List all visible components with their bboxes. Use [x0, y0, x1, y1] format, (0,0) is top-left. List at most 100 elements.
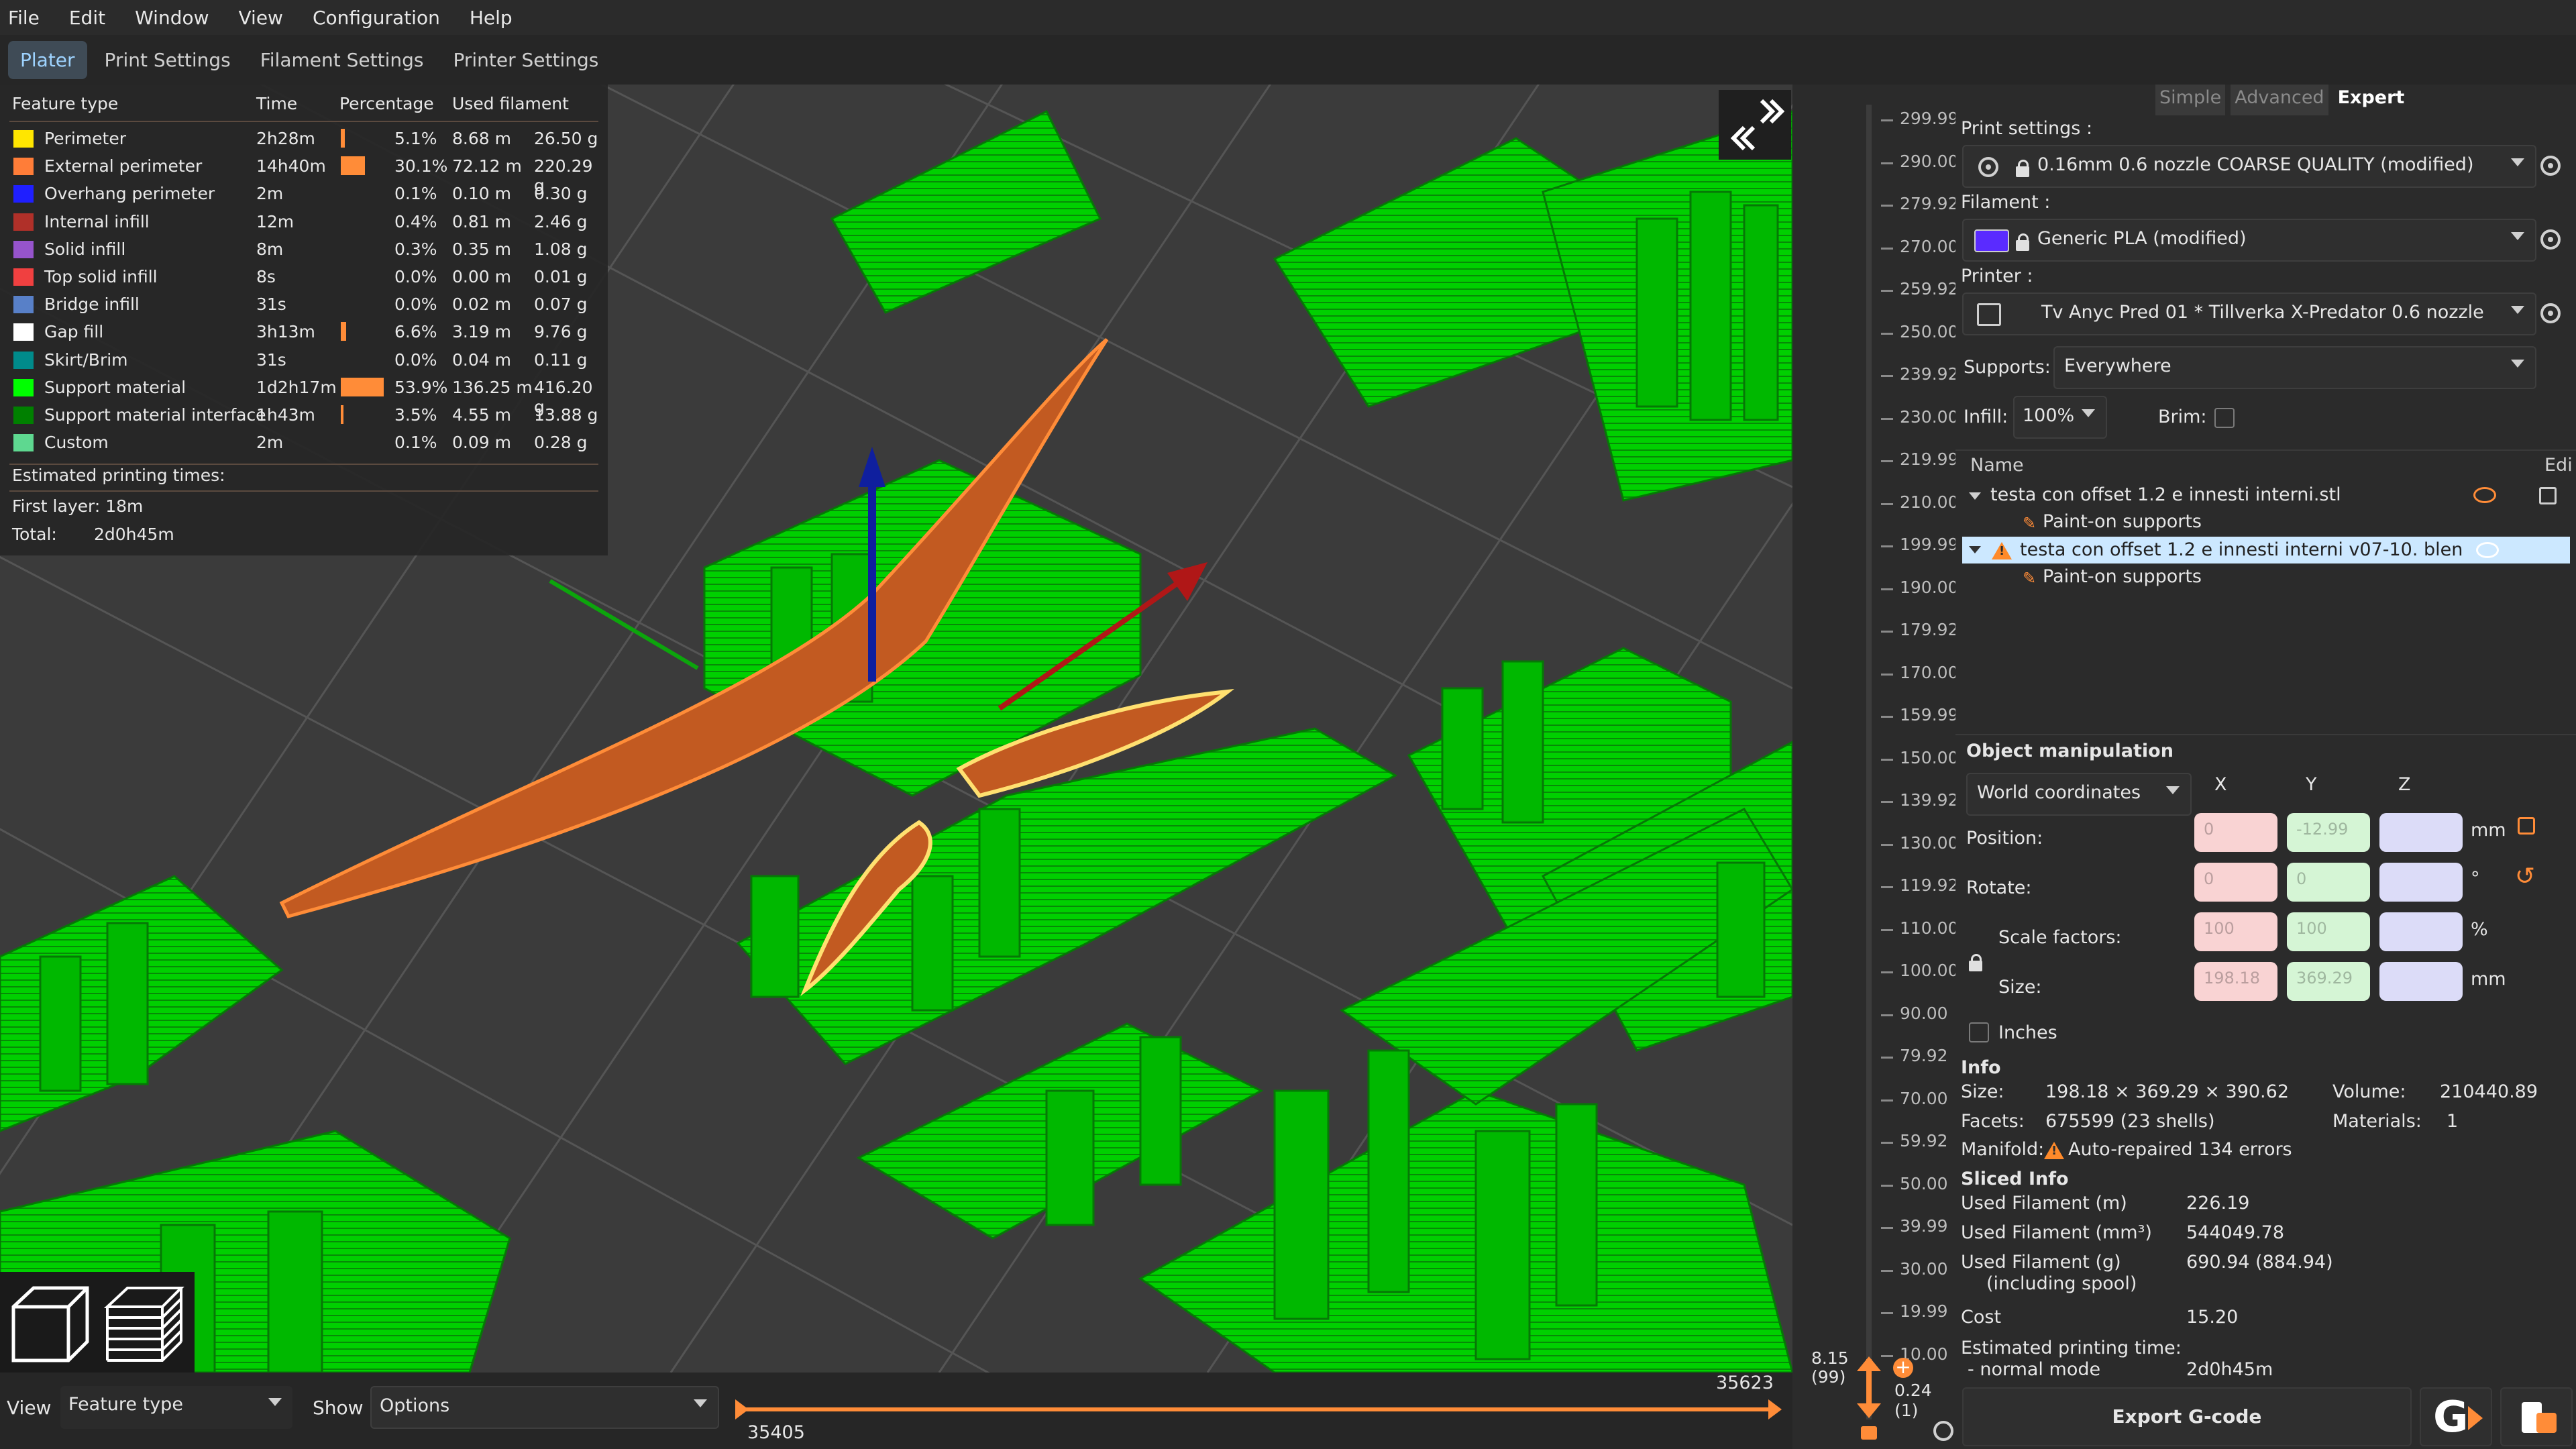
legend-row[interactable]: Overhang perimeter 2m 0.1% 0.10 m 0.30 g	[0, 180, 608, 207]
size-y-input[interactable]: 369.29	[2287, 962, 2370, 1001]
legend-row[interactable]: Top solid infill 8s 0.0% 0.00 m 0.01 g	[0, 263, 608, 290]
tab-plater[interactable]: Plater	[8, 40, 87, 79]
scale-x-input[interactable]: 100	[2194, 912, 2277, 951]
upper-thumb[interactable]	[1857, 1356, 1881, 1371]
expand-arrow-icon[interactable]	[1969, 492, 1981, 500]
move-slider-left-thumb[interactable]	[735, 1399, 749, 1419]
expand-arrow-icon[interactable]	[1969, 546, 1981, 553]
gear-icon[interactable]	[2540, 156, 2561, 176]
menu-help[interactable]: Help	[470, 7, 513, 29]
horizontal-move-slider[interactable]	[738, 1407, 1776, 1411]
add-color-change-icon[interactable]: +	[1893, 1358, 1913, 1378]
legend-color-swatch	[13, 407, 34, 424]
menu-view[interactable]: View	[239, 7, 283, 29]
send-to-printer-button[interactable]: G	[2420, 1387, 2492, 1446]
printer-select[interactable]: Tv Anyc Pred 01 * Tillverka X-Predator 0…	[1962, 292, 2536, 335]
legend-weight: 0.11 g	[534, 350, 588, 370]
legend-row[interactable]: Bridge infill 31s 0.0% 0.02 m 0.07 g	[0, 290, 608, 318]
reset-rotation-icon[interactable]: ↺	[2515, 863, 2535, 890]
rotate-x-input[interactable]: 0	[2194, 863, 2277, 902]
layers-view-icon[interactable]	[101, 1280, 188, 1367]
lower-thumb[interactable]	[1857, 1403, 1881, 1418]
legend-row[interactable]: Support material interface 1h43m 3.5% 4.55 …	[0, 401, 608, 429]
rotate-y-input[interactable]: 0	[2287, 863, 2370, 902]
layer-tick-label: 50.00	[1900, 1173, 1948, 1193]
collapse-sidebar-icon[interactable]	[1724, 91, 1791, 158]
layer-tick-mark	[1881, 460, 1893, 463]
rotate-label: Rotate:	[1966, 877, 2032, 898]
gear-icon[interactable]	[2540, 303, 2561, 323]
legend-row[interactable]: Solid infill 8m 0.3% 0.35 m 1.08 g	[0, 235, 608, 263]
legend-feature-name: Solid infill	[44, 239, 126, 259]
manip-title: Object manipulation	[1966, 741, 2174, 761]
mode-advanced[interactable]: Advanced	[2231, 85, 2328, 115]
filament-color-swatch[interactable]	[1974, 229, 2009, 252]
supports-select[interactable]: Everywhere	[2053, 346, 2536, 389]
including-spool-label: (including spool)	[1986, 1273, 2137, 1294]
inches-checkbox[interactable]	[1969, 1022, 1989, 1042]
tab-filament-settings[interactable]: Filament Settings	[248, 41, 436, 79]
sliced-info-title: Sliced Info	[1961, 1169, 2069, 1189]
object-row[interactable]: testa con offset 1.2 e innesti interni.s…	[1955, 482, 2576, 510]
export-gcode-button[interactable]: Export G-code	[1962, 1387, 2412, 1446]
size-x-input[interactable]: 198.18	[2194, 962, 2277, 1001]
legend-percentage-bar	[341, 377, 384, 396]
legend-row[interactable]: Gap fill 3h13m 6.6% 3.19 m 9.76 g	[0, 318, 608, 345]
coordinates-select[interactable]: World coordinates	[1966, 773, 2192, 816]
mode-expert[interactable]: Expert	[2334, 85, 2409, 115]
legend-row[interactable]: Perimeter 2h28m 5.1% 8.68 m 26.50 g	[0, 125, 608, 152]
rotate-z-input[interactable]	[2379, 863, 2463, 902]
legend-weight: 0.30 g	[534, 184, 588, 204]
position-unit: mm	[2471, 820, 2506, 841]
layer-tick-label: 250.00	[1900, 321, 1959, 341]
export-to-removable-button[interactable]	[2500, 1387, 2573, 1446]
layer-slider-track[interactable]	[1866, 105, 1872, 1419]
3d-viewport[interactable]: Feature type Time Percentage Used filame…	[0, 85, 1792, 1373]
menu-window[interactable]: Window	[135, 7, 209, 29]
menu-edit[interactable]: Edit	[69, 7, 105, 29]
brim-checkbox[interactable]	[2214, 408, 2235, 428]
menu-configuration[interactable]: Configuration	[313, 7, 440, 29]
object-child-row[interactable]: ✎ Paint-on supports	[1955, 564, 2576, 590]
legend-row[interactable]: Custom 2m 0.1% 0.09 m 0.28 g	[0, 429, 608, 456]
layer-tick-mark	[1881, 119, 1893, 121]
object-row-selected[interactable]: testa con offset 1.2 e innesti interni v…	[1962, 537, 2570, 564]
size-z-input[interactable]	[2379, 962, 2463, 1001]
filament-select[interactable]: Generic PLA (modified)	[1962, 219, 2536, 262]
view-type-select[interactable]: Feature type	[60, 1386, 292, 1429]
eye-hidden-icon[interactable]	[2473, 487, 2496, 503]
scale-y-input[interactable]: 100	[2287, 912, 2370, 951]
position-x-input[interactable]: 0	[2194, 813, 2277, 852]
settings-gear-icon[interactable]	[1933, 1421, 1953, 1441]
scale-z-input[interactable]	[2379, 912, 2463, 951]
lock-scale-icon[interactable]	[1969, 954, 1982, 971]
drop-to-bed-icon[interactable]	[2518, 817, 2535, 835]
object-child-name: Paint-on supports	[2043, 511, 2202, 532]
position-y-input[interactable]: -12.99	[2287, 813, 2370, 852]
legend-row[interactable]: Internal infill 12m 0.4% 0.81 m 2.46 g	[0, 208, 608, 235]
legend-row[interactable]: Skirt/Brim 31s 0.0% 0.04 m 0.11 g	[0, 346, 608, 374]
gear-icon[interactable]	[2540, 229, 2561, 250]
supports-value: Everywhere	[2064, 356, 2171, 376]
3d-view-icon[interactable]	[7, 1280, 94, 1367]
lock-icon[interactable]	[1861, 1426, 1877, 1440]
object-child-row[interactable]: ✎ Paint-on supports	[1955, 508, 2576, 535]
legend-percentage: 3.5%	[394, 405, 437, 425]
print-settings-select[interactable]: 0.16mm 0.6 nozzle COARSE QUALITY (modifi…	[1962, 145, 2536, 188]
rotate-unit: °	[2471, 868, 2480, 889]
show-options-select[interactable]: Options	[370, 1386, 719, 1429]
legend-weight: 1.08 g	[534, 239, 588, 259]
move-slider-right-thumb[interactable]	[1768, 1399, 1782, 1419]
eye-icon[interactable]	[2476, 542, 2499, 558]
layer-tick-mark	[1881, 1014, 1893, 1016]
mode-simple[interactable]: Simple	[2155, 85, 2226, 115]
tab-print-settings[interactable]: Print Settings	[93, 41, 243, 79]
legend-row[interactable]: External perimeter 14h40m 30.1% 72.12 m 220.…	[0, 152, 608, 195]
legend-row[interactable]: Support material 1d2h17m 53.9% 136.25 m 416.…	[0, 374, 608, 417]
tab-printer-settings[interactable]: Printer Settings	[441, 41, 610, 79]
infill-select[interactable]: 100%	[2013, 396, 2107, 439]
edit-icon[interactable]	[2539, 487, 2557, 504]
position-z-input[interactable]	[2379, 813, 2463, 852]
menu-file[interactable]: File	[8, 7, 40, 29]
legend-feature-name: Top solid infill	[44, 267, 158, 286]
